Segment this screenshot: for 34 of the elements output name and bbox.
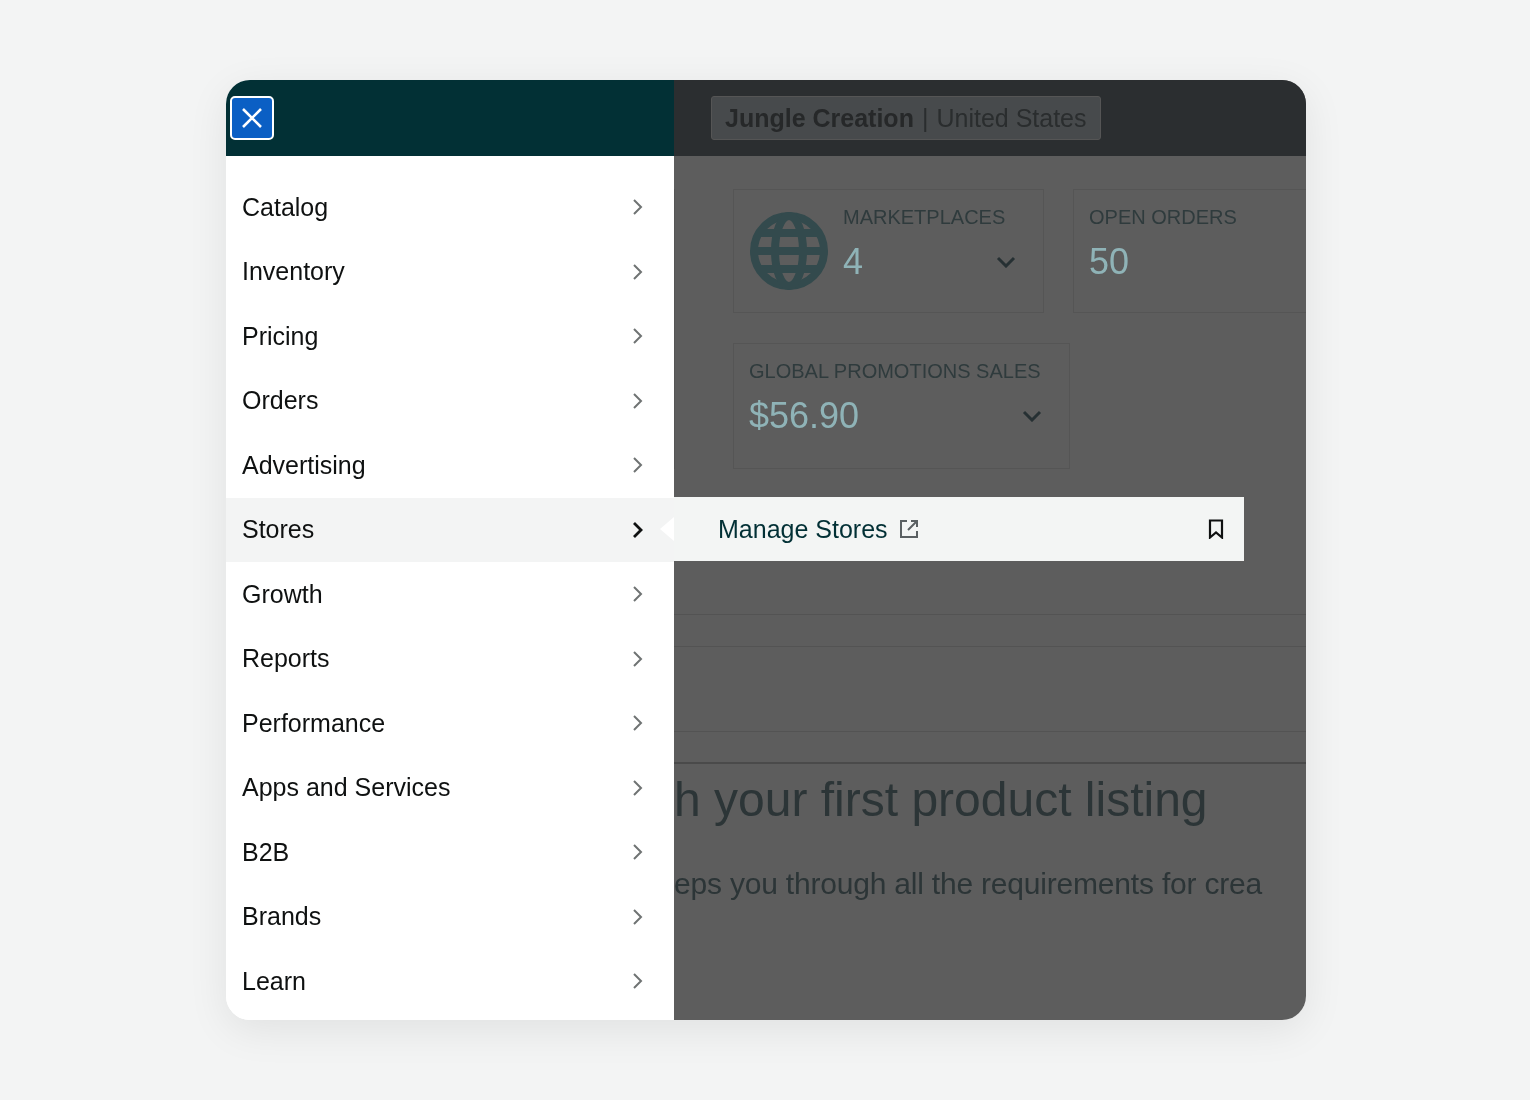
chevron-right-icon (632, 972, 644, 991)
chevron-right-icon (632, 198, 644, 217)
chevron-right-icon (632, 778, 644, 797)
menu-item[interactable]: Catalog (226, 175, 674, 240)
chevron-right-icon (632, 262, 644, 281)
menu-item[interactable]: Pricing (226, 304, 674, 369)
chevron-right-icon (632, 520, 644, 539)
chevron-right-icon (632, 649, 644, 668)
chevron-right-icon (632, 327, 644, 346)
menu-item[interactable]: Advertising (226, 433, 674, 498)
chevron-right-icon (632, 714, 644, 733)
close-button[interactable] (230, 96, 274, 140)
close-icon (240, 106, 264, 130)
bookmark-icon[interactable] (1208, 519, 1224, 539)
menu-item[interactable]: Performance (226, 691, 674, 756)
chevron-right-icon (632, 585, 644, 604)
menu-item[interactable]: Learn (226, 949, 674, 1014)
card-value: 4 (843, 241, 864, 283)
menu-item[interactable]: Apps and Services (226, 755, 674, 820)
menu-item[interactable]: B2B (226, 820, 674, 885)
menu-item[interactable]: Inventory (226, 239, 674, 304)
submenu-item[interactable]: Manage Stores (674, 497, 1244, 561)
globe-icon (749, 211, 829, 291)
card-value: $56.90 (749, 395, 860, 437)
chevron-right-icon (632, 391, 644, 410)
card-value: 50 (1089, 241, 1130, 283)
menu-item[interactable]: Reports (226, 626, 674, 691)
chevron-right-icon (632, 907, 644, 926)
menu-item[interactable]: Growth (226, 562, 674, 627)
chevron-right-icon (632, 843, 644, 862)
menu-item[interactable]: Stores (226, 497, 674, 562)
menu-item[interactable]: Orders (226, 368, 674, 433)
menu-item[interactable]: Brands (226, 884, 674, 949)
chevron-right-icon (632, 456, 644, 475)
